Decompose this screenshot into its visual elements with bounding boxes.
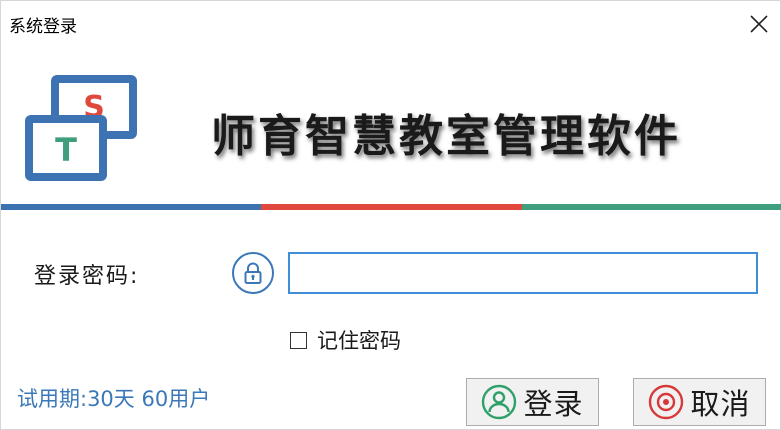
login-dialog: 系统登录 S T 师育智慧教室管理软件 登录密码: 记住密码 试用期:30天 6…: [0, 0, 781, 430]
stripe-blue: [1, 204, 262, 210]
window-title: 系统登录: [9, 17, 77, 37]
stripe-red: [261, 204, 522, 210]
stripe-green: [521, 204, 781, 210]
title-bar: 系统登录: [1, 1, 781, 47]
lock-icon: [232, 252, 274, 294]
app-logo: S T: [25, 75, 137, 181]
user-icon: [482, 384, 517, 420]
password-label: 登录密码:: [34, 264, 140, 289]
checkbox-box[interactable]: [290, 331, 307, 349]
app-name: 师育智慧教室管理软件: [211, 111, 681, 162]
close-button[interactable]: [736, 1, 781, 47]
remember-password-checkbox[interactable]: 记住密码: [290, 325, 401, 355]
login-button[interactable]: 登录: [466, 378, 599, 426]
close-icon: [750, 15, 768, 33]
password-input[interactable]: [288, 252, 758, 294]
logo-letter-t: T: [55, 131, 77, 169]
color-stripe: [1, 204, 781, 210]
login-button-label: 登录: [523, 387, 584, 421]
cancel-icon: [649, 384, 684, 420]
cancel-button-label: 取消: [690, 387, 751, 421]
remember-password-label: 记住密码: [317, 329, 401, 353]
cancel-button[interactable]: 取消: [633, 378, 766, 426]
trial-info: 试用期:30天 60用户: [17, 387, 211, 411]
